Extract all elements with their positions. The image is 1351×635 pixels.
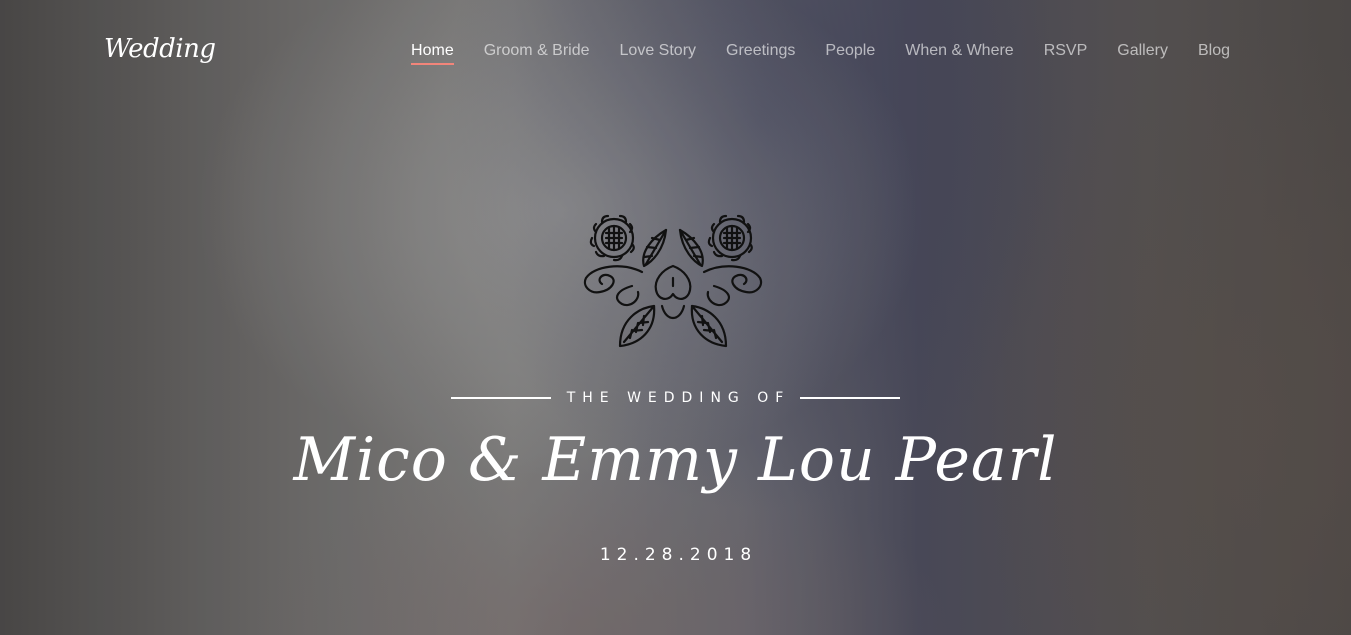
right-divider	[800, 397, 901, 399]
site-header: Wedding Home Groom & Bride Love Story Gr…	[0, 30, 1351, 80]
nav-item-blog[interactable]: Blog	[1198, 42, 1230, 64]
nav-item-rsvp[interactable]: RSVP	[1044, 42, 1088, 64]
nav-item-when-where[interactable]: When & Where	[905, 42, 1013, 64]
couple-names: Mico & Emmy Lou Pearl	[293, 425, 1058, 495]
floral-ornament-icon	[582, 210, 766, 352]
nav-item-gallery[interactable]: Gallery	[1117, 42, 1168, 64]
hero-subtitle: THE WEDDING OF	[566, 390, 791, 406]
wedding-date: 12.28.2018	[599, 545, 758, 565]
nav-item-greetings[interactable]: Greetings	[726, 42, 795, 64]
left-divider	[450, 397, 551, 399]
nav-item-love-story[interactable]: Love Story	[620, 42, 696, 64]
subtitle-row: THE WEDDING OF	[0, 390, 1351, 406]
nav-item-home[interactable]: Home	[411, 42, 454, 65]
nav-item-people[interactable]: People	[825, 42, 875, 64]
site-logo[interactable]: Wedding	[104, 34, 216, 64]
nav-item-groom-bride[interactable]: Groom & Bride	[484, 42, 590, 64]
main-nav: Home Groom & Bride Love Story Greetings …	[411, 42, 1230, 65]
